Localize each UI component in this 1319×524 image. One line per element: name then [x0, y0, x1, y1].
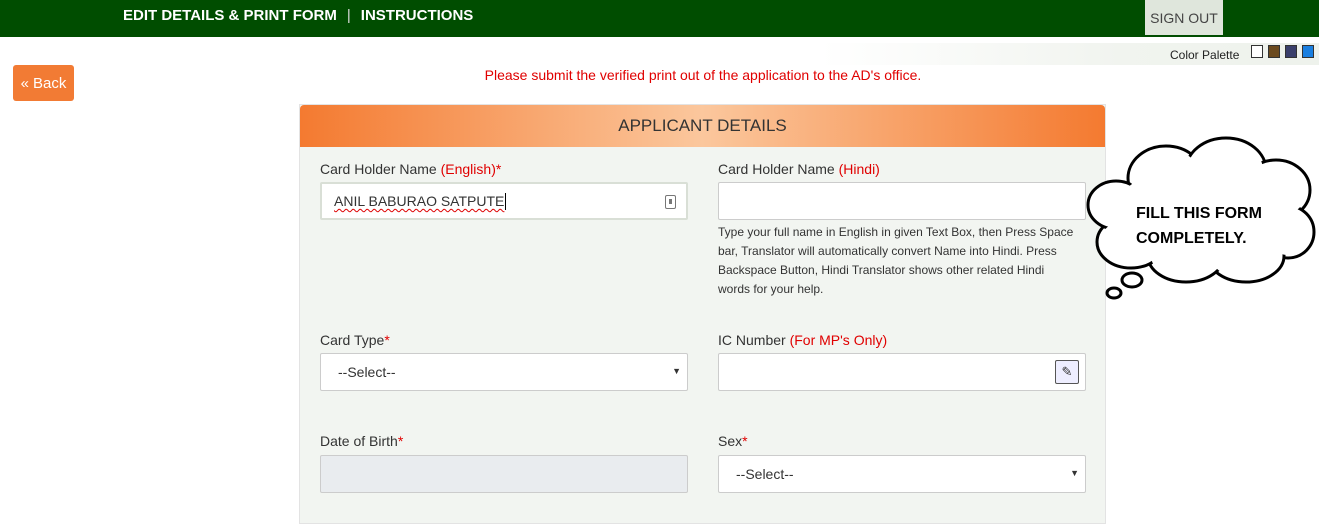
name-hindi-label: Card Holder Name (Hindi) [718, 161, 880, 177]
panel-title: APPLICANT DETAILS [300, 105, 1105, 147]
top-navbar: EDIT DETAILS & PRINT FORM | INSTRUCTIONS… [0, 0, 1319, 37]
instructions-link[interactable]: INSTRUCTIONS [361, 7, 474, 24]
color-palette-label: Color Palette [1170, 48, 1240, 62]
name-english-label: Card Holder Name (English)* [320, 161, 502, 177]
sex-label: Sex* [718, 433, 748, 449]
ic-number-label: IC Number (For MP's Only) [718, 332, 888, 348]
translator-help-text: Type your full name in English in given … [718, 225, 1074, 296]
palette-swatch-blue[interactable] [1302, 45, 1314, 58]
dob-input [320, 455, 688, 493]
palette-swatch-white[interactable] [1251, 45, 1263, 58]
nav-separator: | [346, 7, 351, 24]
name-english-input[interactable]: ANIL BABURAO SATPUTE [320, 182, 688, 220]
edit-details-link[interactable]: EDIT DETAILS & PRINT FORM [123, 7, 337, 24]
name-hindi-input[interactable] [718, 182, 1086, 220]
sex-select[interactable]: --Select-- ▼ [718, 455, 1086, 493]
palette-swatch-navy[interactable] [1285, 45, 1297, 58]
text-caret [505, 192, 507, 210]
palette-bar [820, 43, 1319, 65]
card-type-select[interactable]: --Select-- ▼ [320, 353, 688, 391]
dropdown-arrow-icon: ▼ [1070, 468, 1079, 478]
dob-label: Date of Birth* [320, 433, 404, 449]
edit-note-icon[interactable]: ✎ [1055, 360, 1079, 384]
callout-text: FILL THIS FORM COMPLETELY. [1136, 205, 1262, 247]
sign-out-button[interactable]: SIGN OUT [1145, 0, 1223, 35]
palette-swatch-brown[interactable] [1268, 45, 1280, 58]
ic-number-input[interactable]: ✎ [718, 353, 1086, 391]
card-type-label: Card Type* [320, 332, 390, 348]
submission-notice: Please submit the verified print out of … [484, 67, 922, 83]
top-nav: EDIT DETAILS & PRINT FORM | INSTRUCTIONS [123, 7, 473, 24]
name-english-value: ANIL BABURAO SATPUTE [334, 193, 505, 209]
keyboard-icon[interactable] [665, 195, 676, 209]
dropdown-arrow-icon: ▼ [672, 366, 681, 376]
